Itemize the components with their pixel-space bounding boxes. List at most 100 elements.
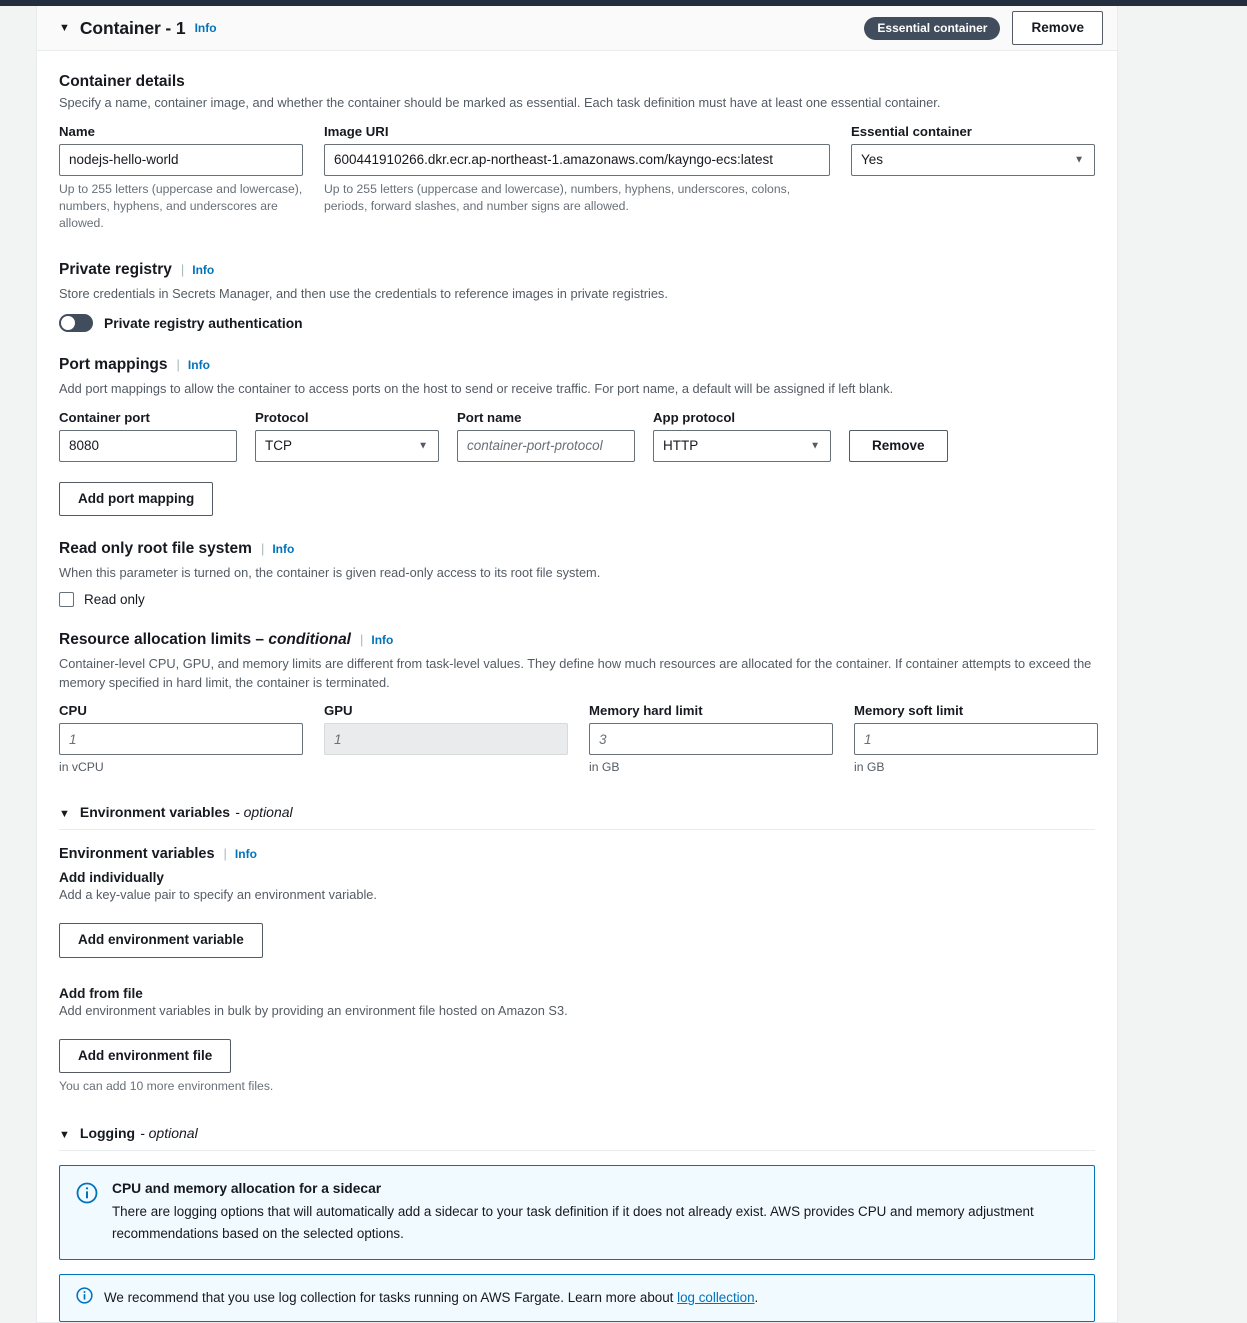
read-only-checkbox-label: Read only xyxy=(84,592,145,608)
essential-container-select-wrap: Yes ▼ xyxy=(851,143,1095,176)
environment-variables-label: Environment variables xyxy=(59,846,215,863)
resource-allocation-info-link[interactable]: Info xyxy=(371,633,393,647)
protocol-label: Protocol xyxy=(255,409,309,425)
label-divider: | xyxy=(360,632,364,648)
add-individually-description: Add a key-value pair to specify an envir… xyxy=(59,887,377,903)
container-panel-header: ▼ Container - 1 Info Essential container… xyxy=(37,6,1117,51)
resource-allocation-fields: CPU in vCPU GPU Memory hard limit in GB xyxy=(59,703,1098,774)
container-details-description: Specify a name, container image, and whe… xyxy=(59,95,941,110)
info-circle-icon xyxy=(76,1181,98,1244)
protocol-select[interactable]: TCP xyxy=(255,429,439,462)
section-divider xyxy=(59,829,1095,831)
private-registry-heading-row: Private registry | Info xyxy=(59,261,1095,282)
logging-chevron-icon[interactable]: ▼ xyxy=(59,1130,70,1141)
port-mapping-remove-group: Remove xyxy=(849,429,1095,462)
port-mappings-heading: Port mappings xyxy=(59,356,168,374)
container-port-group: Container port xyxy=(59,410,237,462)
port-mappings-description: Add port mappings to allow the container… xyxy=(59,381,894,397)
collapse-chevron-icon[interactable]: ▼ xyxy=(59,22,70,34)
app-protocol-select-wrap: HTTP ▼ xyxy=(653,429,831,462)
log-collection-link[interactable]: log collection xyxy=(677,1290,754,1305)
image-uri-hint: Up to 255 letters (uppercase and lowerca… xyxy=(324,181,791,213)
port-mappings-section: Port mappings | Info Add port mappings t… xyxy=(59,356,1095,516)
private-registry-description: Store credentials in Secrets Manager, an… xyxy=(59,285,668,301)
memory-hard-limit-unit: in GB xyxy=(589,760,620,775)
port-name-label: Port name xyxy=(457,409,522,425)
environment-variables-label-row: Environment variables | Info xyxy=(59,846,1095,862)
remove-port-mapping-button[interactable]: Remove xyxy=(849,429,948,462)
environment-variables-section-title: Environment variables xyxy=(79,804,231,821)
sidecar-alert-text: There are logging options that will auto… xyxy=(112,1204,1034,1241)
cpu-input[interactable] xyxy=(59,723,303,756)
gpu-field-group: GPU xyxy=(324,703,568,774)
essential-container-select[interactable]: Yes xyxy=(851,143,1095,176)
image-uri-label: Image URI xyxy=(324,123,389,139)
port-name-group: Port name xyxy=(457,410,635,462)
remove-container-button[interactable]: Remove xyxy=(1012,10,1103,46)
memory-hard-limit-input[interactable] xyxy=(589,723,833,756)
app-protocol-label: App protocol xyxy=(653,409,736,425)
essential-container-badge: Essential container xyxy=(864,16,1001,40)
read-only-checkbox[interactable] xyxy=(59,592,74,608)
private-registry-toggle-row: Private registry authentication xyxy=(59,314,1095,333)
image-uri-input[interactable] xyxy=(324,143,830,176)
section-divider xyxy=(59,1150,1095,1152)
add-from-file-heading: Add from file xyxy=(59,985,143,1001)
container-port-label: Container port xyxy=(59,409,150,425)
read-only-info-link[interactable]: Info xyxy=(272,542,294,556)
environment-variables-chevron-icon[interactable]: ▼ xyxy=(59,809,70,820)
add-from-file-description: Add environment variables in bulk by pro… xyxy=(59,1002,568,1018)
log-collection-alert-content: We recommend that you use log collection… xyxy=(104,1287,758,1308)
add-environment-file-wrap: Add environment file xyxy=(59,1038,1095,1073)
environment-variables-section-header[interactable]: ▼ Environment variables - optional xyxy=(59,804,1095,829)
label-divider: | xyxy=(260,540,265,556)
private-registry-toggle-label: Private registry authentication xyxy=(104,315,303,331)
private-registry-info-link[interactable]: Info xyxy=(192,263,214,277)
cpu-unit: in vCPU xyxy=(59,760,104,775)
label-divider: | xyxy=(176,357,180,373)
sidecar-allocation-alert: CPU and memory allocation for a sidecar … xyxy=(59,1165,1095,1261)
app-protocol-group: App protocol HTTP ▼ xyxy=(653,410,831,462)
cpu-field-group: CPU in vCPU xyxy=(59,703,303,774)
add-port-mapping-button[interactable]: Add port mapping xyxy=(59,481,214,516)
container-details-section: Container details Specify a name, contai… xyxy=(59,73,1095,233)
name-hint: Up to 255 letters (uppercase and lowerca… xyxy=(59,181,303,231)
logging-section: ▼ Logging - optional CPU and memory allo… xyxy=(59,1125,1095,1323)
page-background: ▼ Container - 1 Info Essential container… xyxy=(0,6,1247,1323)
gpu-label: GPU xyxy=(324,703,353,719)
name-input[interactable] xyxy=(59,143,303,176)
environment-files-remaining-text: You can add 10 more environment files. xyxy=(59,1078,274,1093)
resource-allocation-section: Resource allocation limits – conditional… xyxy=(59,631,1098,774)
memory-hard-limit-group: Memory hard limit in GB xyxy=(589,703,833,774)
container-info-link[interactable]: Info xyxy=(195,21,217,35)
name-label: Name xyxy=(59,123,95,139)
container-details-heading: Container details xyxy=(59,73,185,90)
gpu-input xyxy=(324,723,568,756)
add-environment-file-button[interactable]: Add environment file xyxy=(59,1038,232,1073)
environment-variables-section: ▼ Environment variables - optional Envir… xyxy=(59,804,1095,1095)
label-divider: | xyxy=(180,261,185,277)
read-only-root-section: Read only root file system | Info When t… xyxy=(59,540,1095,608)
read-only-checkbox-row: Read only xyxy=(59,592,1095,608)
container-port-input[interactable] xyxy=(59,429,237,462)
port-name-input[interactable] xyxy=(457,429,635,462)
add-individually-heading: Add individually xyxy=(59,870,164,886)
toggle-knob xyxy=(61,316,75,331)
name-field-group: Name Up to 255 letters (uppercase and lo… xyxy=(59,124,303,233)
add-individually-group: Add individually Add a key-value pair to… xyxy=(59,870,1095,958)
container-panel-body: Container details Specify a name, contai… xyxy=(37,51,1117,1323)
sidecar-alert-content: CPU and memory allocation for a sidecar … xyxy=(112,1181,1078,1244)
memory-soft-limit-label: Memory soft limit xyxy=(854,703,964,719)
memory-soft-limit-input[interactable] xyxy=(854,723,1098,756)
environment-variables-info-link[interactable]: Info xyxy=(235,847,257,861)
port-mappings-info-link[interactable]: Info xyxy=(188,358,210,372)
add-port-mapping-wrap: Add port mapping xyxy=(59,481,1095,516)
header-actions: Essential container Remove xyxy=(864,10,1103,46)
resource-allocation-heading-row: Resource allocation limits – conditional… xyxy=(59,631,1095,652)
environment-variables-section-optional: - optional xyxy=(235,804,293,821)
app-protocol-select[interactable]: HTTP xyxy=(653,429,831,462)
logging-section-header[interactable]: ▼ Logging - optional xyxy=(59,1125,1095,1150)
memory-hard-limit-label: Memory hard limit xyxy=(589,703,703,719)
add-environment-variable-button[interactable]: Add environment variable xyxy=(59,923,263,958)
private-registry-authentication-toggle[interactable] xyxy=(59,314,93,333)
